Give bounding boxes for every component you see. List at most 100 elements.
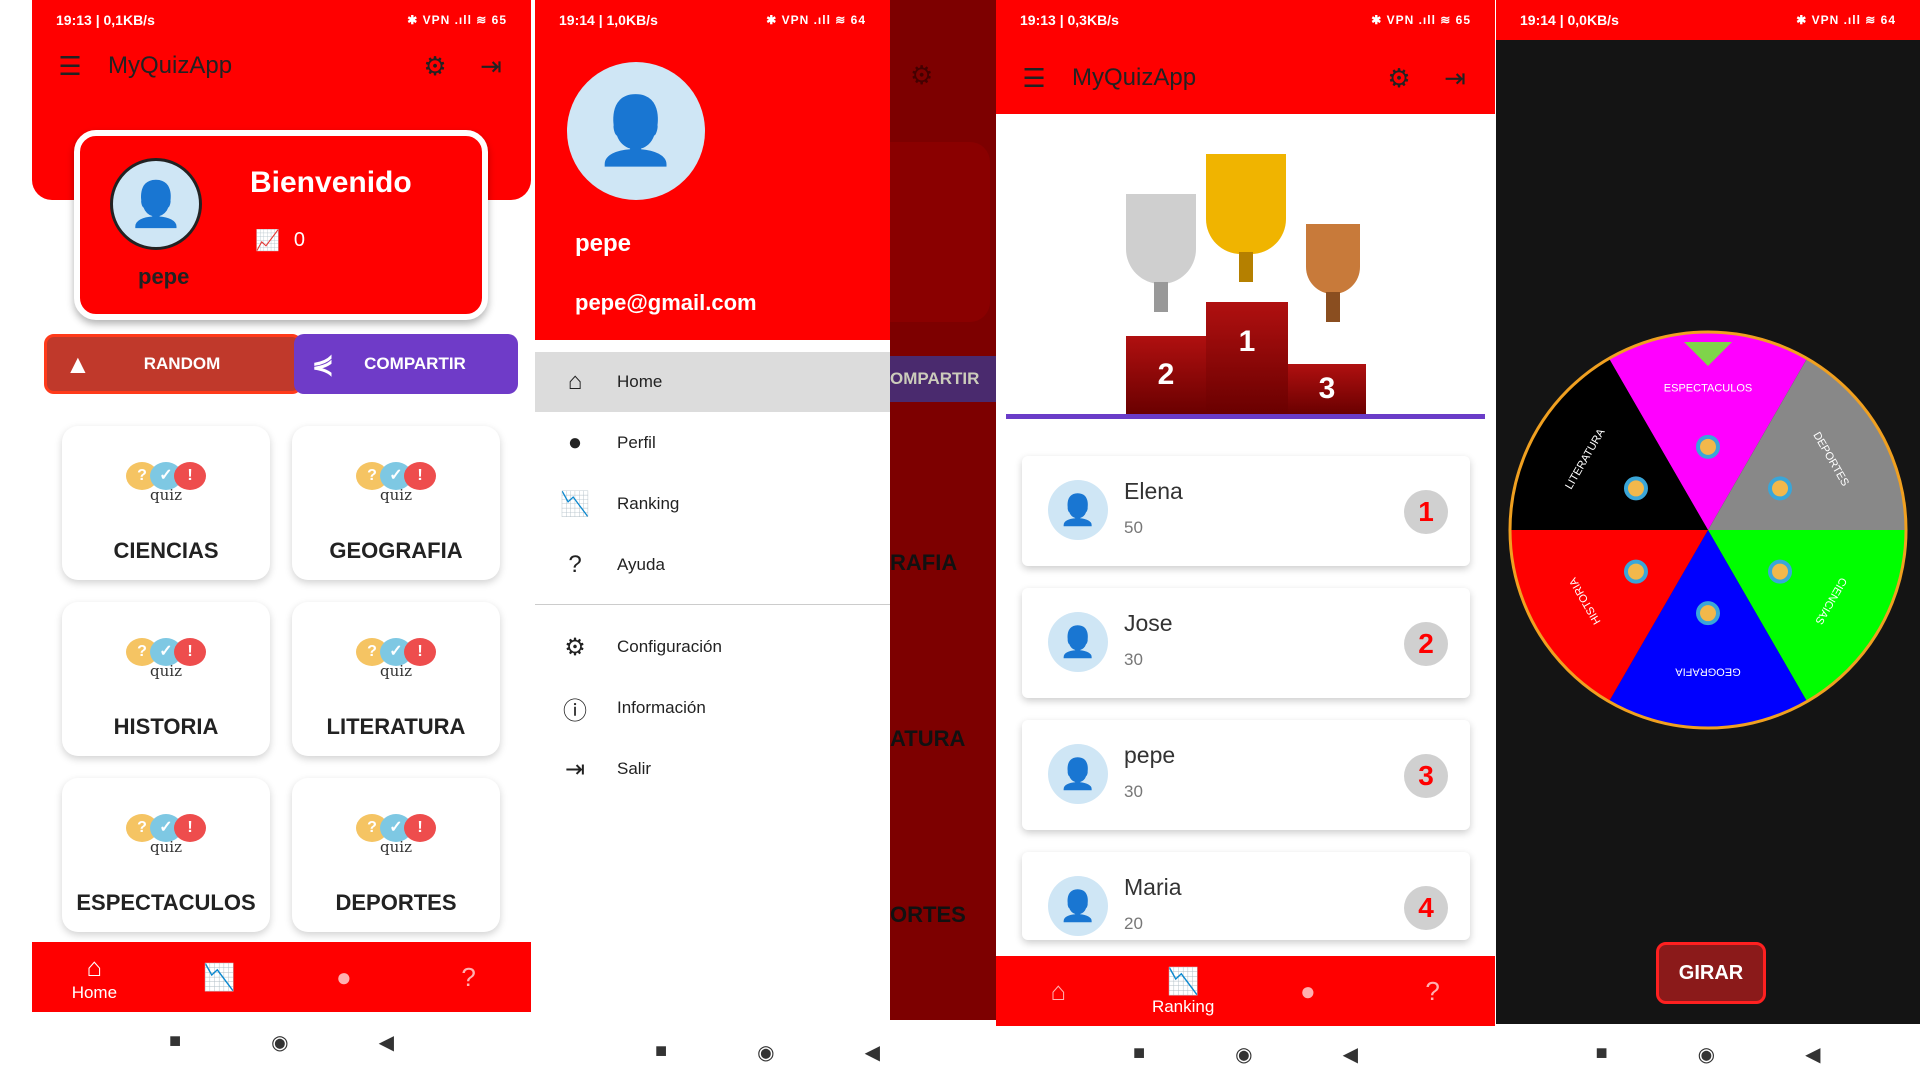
status-icons: ✱ VPN .ıll ≋ 65 — [407, 13, 507, 27]
back-icon[interactable]: ◀ — [379, 1030, 394, 1055]
ranking-row[interactable]: 👤 pepe 30 3 — [1022, 720, 1470, 830]
home-icon: ⌂ — [86, 951, 103, 982]
drawer-item-home[interactable]: ⌂ Home — [535, 352, 890, 412]
drawer-email: pepe@gmail.com — [575, 290, 757, 315]
system-nav: ■ ◉ ◀ — [32, 1030, 531, 1055]
settings-icon[interactable]: ⚙ — [419, 51, 451, 82]
nav-home[interactable]: ⌂ Home — [44, 952, 144, 1003]
avatar: 👤 — [1048, 612, 1108, 672]
nav-help[interactable]: ? — [1383, 976, 1483, 1007]
nav-profile[interactable]: ● — [1258, 976, 1358, 1007]
category-card[interactable]: ? ✓! quiz DEPORTES — [292, 778, 500, 932]
drawer-profile: 👤 pepe pepe@gmail.com — [535, 0, 890, 340]
recents-icon[interactable]: ■ — [1596, 1042, 1608, 1067]
player-name: Maria — [1124, 874, 1182, 900]
trophy-podium-image: 2 1 3 — [996, 114, 1495, 414]
category-name: DEPORTES — [335, 890, 457, 915]
avatar: 👤 — [567, 62, 705, 200]
category-card[interactable]: ? ✓! quiz ESPECTACULOS — [62, 778, 270, 932]
help-icon: ? — [461, 961, 476, 992]
nav-ranking[interactable]: 📉 Ranking — [1133, 966, 1233, 1017]
podium-second: 2 — [1126, 336, 1206, 414]
gold-trophy-icon — [1206, 154, 1286, 282]
drawer-item-salir[interactable]: ⇥ Salir — [535, 739, 890, 799]
drawer-username: pepe — [575, 230, 632, 257]
drawer-item-configuracion[interactable]: ⚙ Configuración — [535, 617, 890, 677]
drawer-menu: ⌂ Home ● Perfil 📉 Ranking ? Ayuda ⚙ Configura… — [535, 340, 890, 1020]
system-nav: ■ ◉ ◀ — [535, 1040, 1000, 1065]
settings-icon: ⚙ — [564, 633, 586, 661]
menu-icon[interactable]: ☰ — [1010, 63, 1058, 94]
drawer-scrim[interactable]: ⚙ OMPARTIR RAFIA ATURA ORTES — [890, 0, 1000, 1020]
spin-button[interactable]: GIRAR — [1656, 942, 1766, 1004]
rank-badge: 2 — [1404, 622, 1448, 666]
drawer-item-ranking[interactable]: 📉 Ranking — [535, 474, 890, 534]
podium-first: 1 — [1206, 302, 1288, 414]
status-bar: 19:13 | 0,1KB/s ✱ VPN .ıll ≋ 65 — [32, 0, 531, 40]
quiz-logo: ? ✓! quiz — [62, 814, 270, 874]
category-card[interactable]: ? ✓! quiz LITERATURA — [292, 602, 500, 756]
home-circle-icon[interactable]: ◉ — [1698, 1042, 1715, 1067]
info-icon: ⓘ — [563, 697, 587, 725]
ranking-row[interactable]: 👤 Jose 30 2 — [1022, 588, 1470, 698]
back-icon[interactable]: ◀ — [865, 1040, 880, 1065]
settings-icon[interactable]: ⚙ — [1383, 63, 1415, 94]
points-value: 0 — [293, 229, 306, 251]
category-card[interactable]: ? ✓! quiz CIENCIAS — [62, 426, 270, 580]
home-circle-icon[interactable]: ◉ — [757, 1040, 774, 1065]
recents-icon[interactable]: ■ — [169, 1030, 181, 1055]
recents-icon[interactable]: ■ — [1133, 1042, 1145, 1067]
drawer-item-informacion[interactable]: ⓘ Información — [535, 678, 890, 738]
category-wheel[interactable]: ESPECTACULOSDEPORTESCIENCIASGEOGRAFIAHIS… — [1496, 320, 1920, 740]
wheel-screen: 19:14 | 0,0KB/s ✱ VPN .ıll ≋ 64 ESPECTAC… — [1496, 0, 1920, 1080]
menu-icon[interactable]: ☰ — [46, 51, 94, 82]
home-icon: ⌂ — [567, 368, 583, 395]
nav-home[interactable]: ⌂ — [1008, 976, 1108, 1007]
random-button[interactable]: ▲ RANDOM — [44, 334, 302, 394]
system-nav: ■ ◉ ◀ — [1496, 1042, 1920, 1067]
share-button[interactable]: ⋞ COMPARTIR — [294, 334, 518, 394]
category-name: GEOGRAFIA — [329, 538, 463, 563]
back-icon[interactable]: ◀ — [1805, 1042, 1820, 1067]
nav-profile[interactable]: ● — [294, 962, 394, 993]
person-icon: ● — [336, 961, 352, 992]
username: pepe — [138, 264, 190, 289]
profile-card-behind — [890, 142, 990, 322]
category-behind: ATURA — [890, 726, 966, 751]
person-icon: ● — [1300, 975, 1316, 1006]
nav-ranking[interactable]: 📉 — [169, 962, 269, 993]
avatar: 👤 — [1048, 876, 1108, 936]
ranking-row[interactable]: 👤 Elena 50 1 — [1022, 456, 1470, 566]
app-bar: ☰ MyQuizApp ⚙ ⇥ — [996, 48, 1495, 108]
category-card[interactable]: ? ✓! quiz GEOGRAFIA — [292, 426, 500, 580]
recents-icon[interactable]: ■ — [655, 1040, 667, 1065]
quiz-logo: ? ✓! quiz — [62, 638, 270, 698]
ranking-icon: 📉 — [1166, 965, 1200, 996]
back-icon[interactable]: ◀ — [1343, 1042, 1358, 1067]
random-label: RANDOM — [143, 354, 221, 373]
drawer-divider — [535, 604, 890, 605]
home-circle-icon[interactable]: ◉ — [1235, 1042, 1252, 1067]
segment-icon — [1768, 476, 1793, 501]
home-circle-icon[interactable]: ◉ — [271, 1030, 288, 1055]
status-icons: ✱ VPN .ıll ≋ 65 — [1371, 13, 1471, 27]
home-screen: 19:13 | 0,1KB/s ✱ VPN .ıll ≋ 65 ☰ MyQuiz… — [32, 0, 531, 1080]
category-behind: ORTES — [890, 902, 966, 927]
status-time: 19:14 | 0,0KB/s — [1520, 12, 1619, 28]
share-button-behind: OMPARTIR — [890, 356, 1000, 402]
points-row: 📈 0 — [255, 228, 305, 253]
drawer-item-perfil[interactable]: ● Perfil — [535, 413, 890, 473]
help-icon: ? — [568, 551, 582, 578]
status-icons: ✱ VPN .ıll ≋ 64 — [1796, 13, 1896, 27]
category-card[interactable]: ? ✓! quiz HISTORIA — [62, 602, 270, 756]
avatar: 👤 — [1048, 744, 1108, 804]
logout-icon[interactable]: ⇥ — [475, 51, 507, 82]
quiz-logo: ? ✓! quiz — [292, 814, 500, 874]
player-points: 30 — [1124, 782, 1143, 801]
ranking-row[interactable]: 👤 Maria 20 4 — [1022, 852, 1470, 940]
drawer-item-ayuda[interactable]: ? Ayuda — [535, 535, 890, 595]
logout-icon[interactable]: ⇥ — [1439, 63, 1471, 94]
segment-icon — [1696, 434, 1720, 459]
nav-help[interactable]: ? — [419, 962, 519, 993]
ranking-icon: 📉 — [202, 961, 236, 992]
